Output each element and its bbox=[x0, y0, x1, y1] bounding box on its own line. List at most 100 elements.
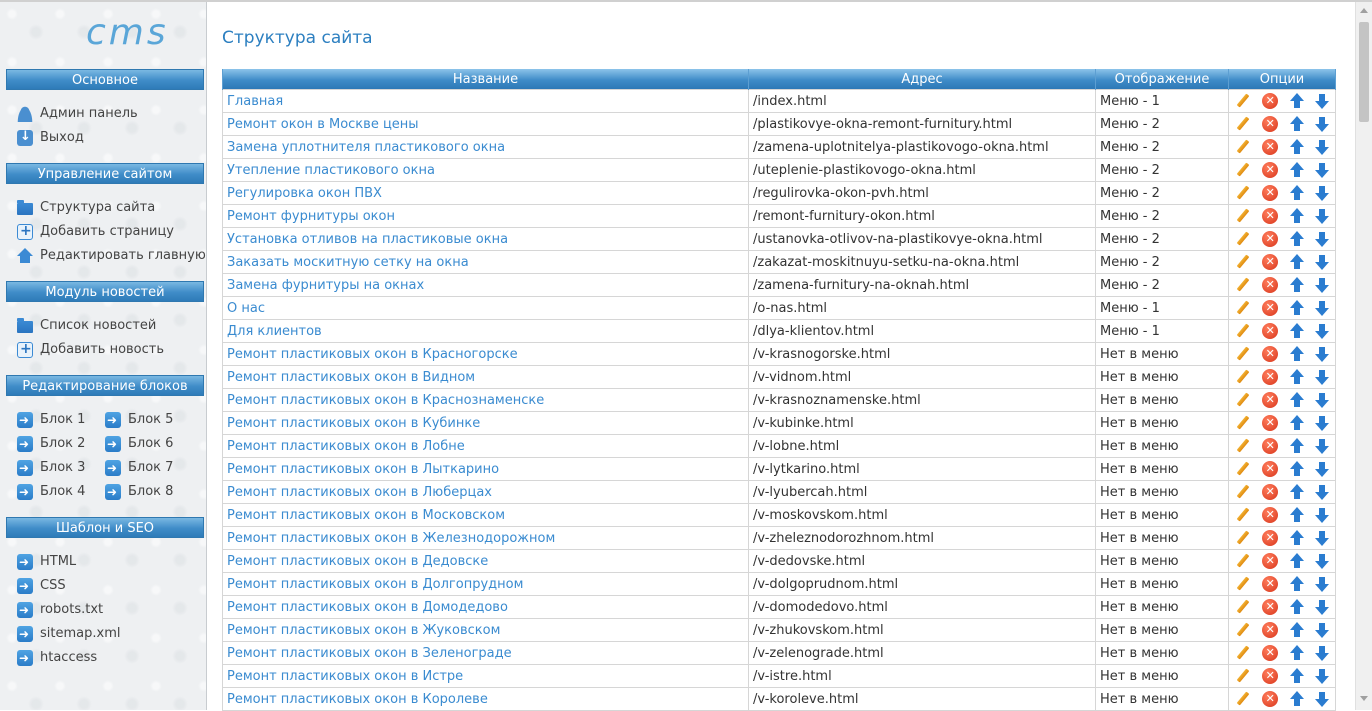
move-down-icon[interactable] bbox=[1315, 599, 1330, 615]
move-down-icon[interactable] bbox=[1315, 645, 1330, 661]
move-down-icon[interactable] bbox=[1315, 162, 1330, 178]
delete-icon[interactable]: ✕ bbox=[1262, 277, 1279, 293]
edit-icon[interactable] bbox=[1235, 369, 1251, 385]
move-up-icon[interactable] bbox=[1289, 300, 1304, 316]
move-down-icon[interactable] bbox=[1315, 576, 1330, 592]
move-up-icon[interactable] bbox=[1289, 392, 1304, 408]
move-down-icon[interactable] bbox=[1315, 622, 1330, 638]
page-name-link[interactable]: Ремонт пластиковых окон в Люберцах bbox=[222, 480, 749, 504]
move-down-icon[interactable] bbox=[1315, 277, 1330, 293]
edit-icon[interactable] bbox=[1235, 208, 1251, 224]
edit-icon[interactable] bbox=[1235, 162, 1251, 178]
scroll-thumb[interactable] bbox=[1359, 22, 1369, 122]
edit-icon[interactable] bbox=[1235, 530, 1251, 546]
edit-icon[interactable] bbox=[1235, 461, 1251, 477]
move-down-icon[interactable] bbox=[1315, 254, 1330, 270]
move-up-icon[interactable] bbox=[1289, 162, 1304, 178]
edit-icon[interactable] bbox=[1235, 438, 1251, 454]
page-name-link[interactable]: Установка отливов на пластиковые окна bbox=[222, 227, 749, 251]
move-down-icon[interactable] bbox=[1315, 392, 1330, 408]
column-header-address[interactable]: Адрес bbox=[748, 69, 1096, 90]
edit-icon[interactable] bbox=[1235, 599, 1251, 615]
move-up-icon[interactable] bbox=[1289, 668, 1304, 684]
sidebar-item-admin-panel[interactable]: Админ панель bbox=[17, 104, 138, 124]
edit-icon[interactable] bbox=[1235, 93, 1251, 109]
page-name-link[interactable]: Для клиентов bbox=[222, 319, 749, 343]
page-name-link[interactable]: Ремонт пластиковых окон в Кубинке bbox=[222, 411, 749, 435]
edit-icon[interactable] bbox=[1235, 277, 1251, 293]
page-name-link[interactable]: Ремонт пластиковых окон в Лыткарино bbox=[222, 457, 749, 481]
move-down-icon[interactable] bbox=[1315, 484, 1330, 500]
edit-icon[interactable] bbox=[1235, 507, 1251, 523]
delete-icon[interactable]: ✕ bbox=[1262, 484, 1279, 500]
edit-icon[interactable] bbox=[1235, 645, 1251, 661]
delete-icon[interactable]: ✕ bbox=[1262, 645, 1279, 661]
page-name-link[interactable]: Ремонт пластиковых окон в Московском bbox=[222, 503, 749, 527]
move-down-icon[interactable] bbox=[1315, 231, 1330, 247]
delete-icon[interactable]: ✕ bbox=[1262, 254, 1279, 270]
sidebar-item-htaccess[interactable]: htaccess bbox=[17, 648, 97, 668]
page-name-link[interactable]: Ремонт фурнитуры окон bbox=[222, 204, 749, 228]
scroll-down-arrow-icon[interactable] bbox=[1360, 696, 1368, 701]
delete-icon[interactable]: ✕ bbox=[1262, 93, 1279, 109]
delete-icon[interactable]: ✕ bbox=[1262, 553, 1279, 569]
move-down-icon[interactable] bbox=[1315, 438, 1330, 454]
move-down-icon[interactable] bbox=[1315, 530, 1330, 546]
vertical-scrollbar[interactable] bbox=[1355, 2, 1372, 710]
move-down-icon[interactable] bbox=[1315, 116, 1330, 132]
delete-icon[interactable]: ✕ bbox=[1262, 438, 1279, 454]
sidebar-item-site-structure[interactable]: Структура сайта bbox=[17, 198, 155, 218]
edit-icon[interactable] bbox=[1235, 254, 1251, 270]
move-up-icon[interactable] bbox=[1289, 277, 1304, 293]
move-up-icon[interactable] bbox=[1289, 438, 1304, 454]
page-name-link[interactable]: Ремонт пластиковых окон в Дедовске bbox=[222, 549, 749, 573]
move-down-icon[interactable] bbox=[1315, 93, 1330, 109]
edit-icon[interactable] bbox=[1235, 668, 1251, 684]
move-down-icon[interactable] bbox=[1315, 369, 1330, 385]
page-name-link[interactable]: Ремонт пластиковых окон в Красногорске bbox=[222, 342, 749, 366]
edit-icon[interactable] bbox=[1235, 346, 1251, 362]
delete-icon[interactable]: ✕ bbox=[1262, 116, 1279, 132]
sidebar-item-sitemap[interactable]: sitemap.xml bbox=[17, 624, 120, 644]
sidebar-item-block-5[interactable]: Блок 5 bbox=[105, 410, 173, 430]
move-down-icon[interactable] bbox=[1315, 208, 1330, 224]
move-up-icon[interactable] bbox=[1289, 369, 1304, 385]
page-name-link[interactable]: Ремонт пластиковых окон в Домодедово bbox=[222, 595, 749, 619]
edit-icon[interactable] bbox=[1235, 231, 1251, 247]
delete-icon[interactable]: ✕ bbox=[1262, 622, 1279, 638]
sidebar-item-block-4[interactable]: Блок 4 bbox=[17, 482, 85, 502]
delete-icon[interactable]: ✕ bbox=[1262, 323, 1279, 339]
move-up-icon[interactable] bbox=[1289, 415, 1304, 431]
delete-icon[interactable]: ✕ bbox=[1262, 139, 1279, 155]
move-down-icon[interactable] bbox=[1315, 300, 1330, 316]
delete-icon[interactable]: ✕ bbox=[1262, 530, 1279, 546]
delete-icon[interactable]: ✕ bbox=[1262, 392, 1279, 408]
edit-icon[interactable] bbox=[1235, 116, 1251, 132]
edit-icon[interactable] bbox=[1235, 415, 1251, 431]
page-name-link[interactable]: Ремонт пластиковых окон в Истре bbox=[222, 664, 749, 688]
sidebar-item-robots[interactable]: robots.txt bbox=[17, 600, 103, 620]
move-up-icon[interactable] bbox=[1289, 576, 1304, 592]
sidebar-item-add-news[interactable]: Добавить новость bbox=[17, 339, 164, 360]
sidebar-item-news-list[interactable]: Список новостей bbox=[17, 316, 156, 336]
delete-icon[interactable]: ✕ bbox=[1262, 300, 1279, 316]
move-up-icon[interactable] bbox=[1289, 691, 1304, 707]
page-name-link[interactable]: Ремонт окон в Москве цены bbox=[222, 112, 749, 136]
edit-icon[interactable] bbox=[1235, 553, 1251, 569]
page-name-link[interactable]: О нас bbox=[222, 296, 749, 320]
page-name-link[interactable]: Регулировка окон ПВХ bbox=[222, 181, 749, 205]
move-up-icon[interactable] bbox=[1289, 622, 1304, 638]
move-up-icon[interactable] bbox=[1289, 530, 1304, 546]
move-up-icon[interactable] bbox=[1289, 507, 1304, 523]
sidebar-item-block-1[interactable]: Блок 1 bbox=[17, 410, 85, 430]
edit-icon[interactable] bbox=[1235, 484, 1251, 500]
move-down-icon[interactable] bbox=[1315, 139, 1330, 155]
edit-icon[interactable] bbox=[1235, 392, 1251, 408]
move-up-icon[interactable] bbox=[1289, 346, 1304, 362]
move-up-icon[interactable] bbox=[1289, 254, 1304, 270]
move-down-icon[interactable] bbox=[1315, 507, 1330, 523]
page-name-link[interactable]: Замена фурнитуры на окнах bbox=[222, 273, 749, 297]
page-name-link[interactable]: Ремонт пластиковых окон в Видном bbox=[222, 365, 749, 389]
move-down-icon[interactable] bbox=[1315, 346, 1330, 362]
sidebar-item-block-8[interactable]: Блок 8 bbox=[105, 482, 173, 502]
